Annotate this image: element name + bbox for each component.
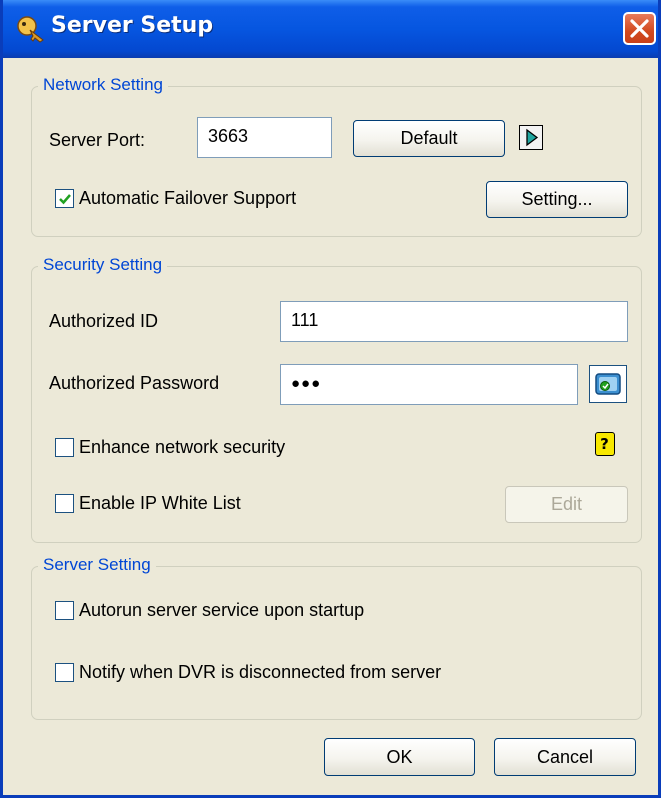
autorun-label[interactable]: Autorun server service upon startup	[79, 600, 364, 621]
edit-button[interactable]: Edit	[505, 486, 628, 523]
notify-disconnect-label[interactable]: Notify when DVR is disconnected from ser…	[79, 662, 441, 683]
key-icon	[595, 373, 621, 395]
server-setup-dialog: Server Setup Network Setting Server Port…	[0, 0, 661, 798]
server-port-label: Server Port:	[49, 130, 146, 150]
password-key-button[interactable]	[589, 365, 627, 403]
setting-button[interactable]: Setting...	[486, 181, 628, 218]
ip-whitelist-label[interactable]: Enable IP White List	[79, 493, 241, 514]
ok-button[interactable]: OK	[324, 738, 475, 776]
title-bar[interactable]: Server Setup	[3, 0, 658, 58]
failover-label[interactable]: Automatic Failover Support	[79, 188, 296, 209]
server-setting-group: Server Setting	[31, 555, 642, 720]
authorized-password-label: Authorized Password	[49, 373, 220, 393]
notify-disconnect-checkbox[interactable]	[55, 663, 74, 682]
default-button[interactable]: Default	[353, 120, 505, 157]
close-button[interactable]	[623, 12, 656, 45]
cancel-button[interactable]: Cancel	[494, 738, 636, 776]
question-help-icon: ?	[600, 435, 609, 453]
app-icon	[17, 16, 44, 43]
window-title: Server Setup	[51, 13, 214, 38]
checkmark-icon	[59, 194, 71, 205]
ip-whitelist-checkbox[interactable]	[55, 494, 74, 513]
enhance-security-checkbox[interactable]	[55, 438, 74, 457]
autorun-checkbox[interactable]	[55, 601, 74, 620]
enhance-security-label[interactable]: Enhance network security	[79, 437, 285, 458]
server-port-input[interactable]: 3663	[197, 117, 332, 158]
network-setting-legend: Network Setting	[38, 75, 168, 95]
authorized-id-input[interactable]: 111	[280, 301, 628, 342]
authorized-password-input[interactable]: ●●●	[280, 364, 578, 405]
expand-arrow-button[interactable]	[519, 125, 543, 150]
server-setting-legend: Server Setting	[38, 555, 156, 575]
failover-checkbox[interactable]	[55, 189, 74, 208]
help-button[interactable]: ?	[595, 432, 615, 456]
svg-text:?: ?	[600, 435, 609, 453]
play-arrow-icon	[526, 128, 539, 147]
authorized-id-label: Authorized ID	[49, 311, 159, 331]
security-setting-legend: Security Setting	[38, 255, 168, 275]
close-icon	[630, 19, 649, 38]
